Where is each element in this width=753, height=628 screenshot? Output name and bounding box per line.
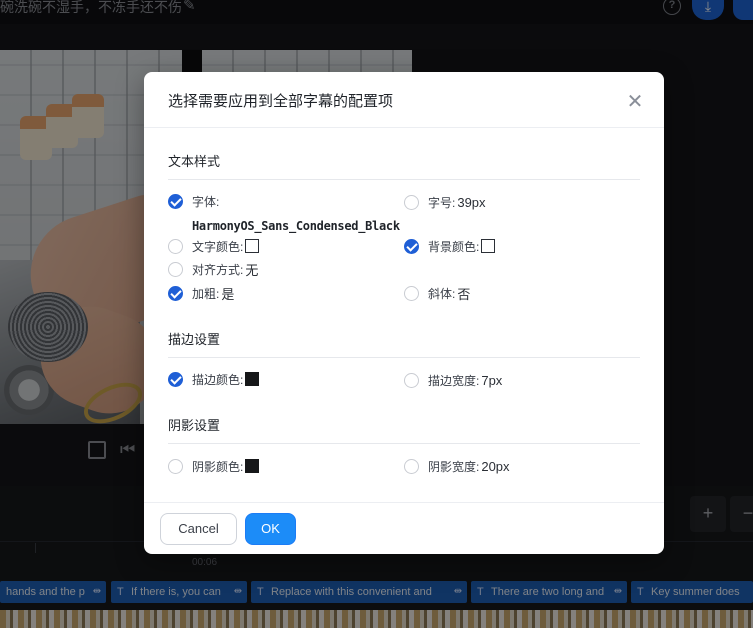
section-title-text-style: 文本样式 [168,154,221,169]
option-value: 无 [245,262,259,278]
option-label: 加粗: [192,286,220,301]
option-stroke-width[interactable]: 描边宽度: 7px [404,372,502,388]
checkbox[interactable] [404,285,419,301]
ok-button[interactable]: OK [245,513,296,545]
option-italic[interactable]: 斜体: 否 [404,285,471,302]
section-title-shadow: 阴影设置 [168,418,221,433]
checkbox[interactable] [168,458,183,474]
option-text-color[interactable]: 文字颜色: [168,238,260,254]
option-label: 对齐方式: [192,262,244,277]
checkbox[interactable] [168,238,183,254]
option-value: 39px [457,194,486,210]
color-swatch[interactable] [245,372,260,386]
checkbox[interactable] [404,372,419,388]
section-divider [168,179,640,180]
option-value: 7px [481,372,503,388]
checkbox[interactable] [168,285,183,301]
option-value: 20px [481,458,510,474]
option-value: 否 [457,286,471,302]
option-bg-color[interactable]: 背景颜色: [404,238,496,254]
checkbox[interactable] [404,194,419,210]
font-value: HarmonyOS_Sans_Condensed_Black [192,219,400,233]
option-label: 描边宽度: [428,373,480,388]
option-shadow-color[interactable]: 阴影颜色: [168,458,260,474]
option-label: 字号: [428,195,456,210]
option-label: 阴影宽度: [428,459,480,474]
section-divider [168,357,640,358]
section-divider [168,443,640,444]
checkbox[interactable] [404,458,419,474]
option-font-size[interactable]: 字号: 39px [404,194,486,210]
apply-config-dialog: 选择需要应用到全部字幕的配置项 ✕ 文本样式 字体: HarmonyOS_San… [144,72,664,554]
cancel-button[interactable]: Cancel [160,513,237,545]
checkbox[interactable] [168,261,183,277]
section-title-stroke: 描边设置 [168,332,221,347]
close-icon[interactable]: ✕ [626,91,644,111]
option-label: 文字颜色: [192,239,244,254]
dialog-title: 选择需要应用到全部字幕的配置项 [168,93,394,110]
option-label: 描边颜色: [192,372,244,387]
checkbox[interactable] [404,238,419,254]
option-stroke-color[interactable]: 描边颜色: [168,371,260,387]
checkbox[interactable] [168,371,183,387]
option-value: 是 [221,286,235,302]
dialog-header: 选择需要应用到全部字幕的配置项 ✕ [144,72,664,128]
option-label: 字体: [192,194,220,209]
option-shadow-width[interactable]: 阴影宽度: 20px [404,458,510,474]
color-swatch[interactable] [245,239,260,253]
checkbox[interactable] [168,193,183,209]
option-label: 阴影颜色: [192,459,244,474]
option-label: 斜体: [428,286,456,301]
option-label: 背景颜色: [428,239,480,254]
option-font[interactable]: 字体: [168,193,219,209]
color-swatch[interactable] [481,239,496,253]
color-swatch[interactable] [245,459,260,473]
option-bold[interactable]: 加粗: 是 [168,285,235,302]
option-align[interactable]: 对齐方式: 无 [168,261,259,278]
